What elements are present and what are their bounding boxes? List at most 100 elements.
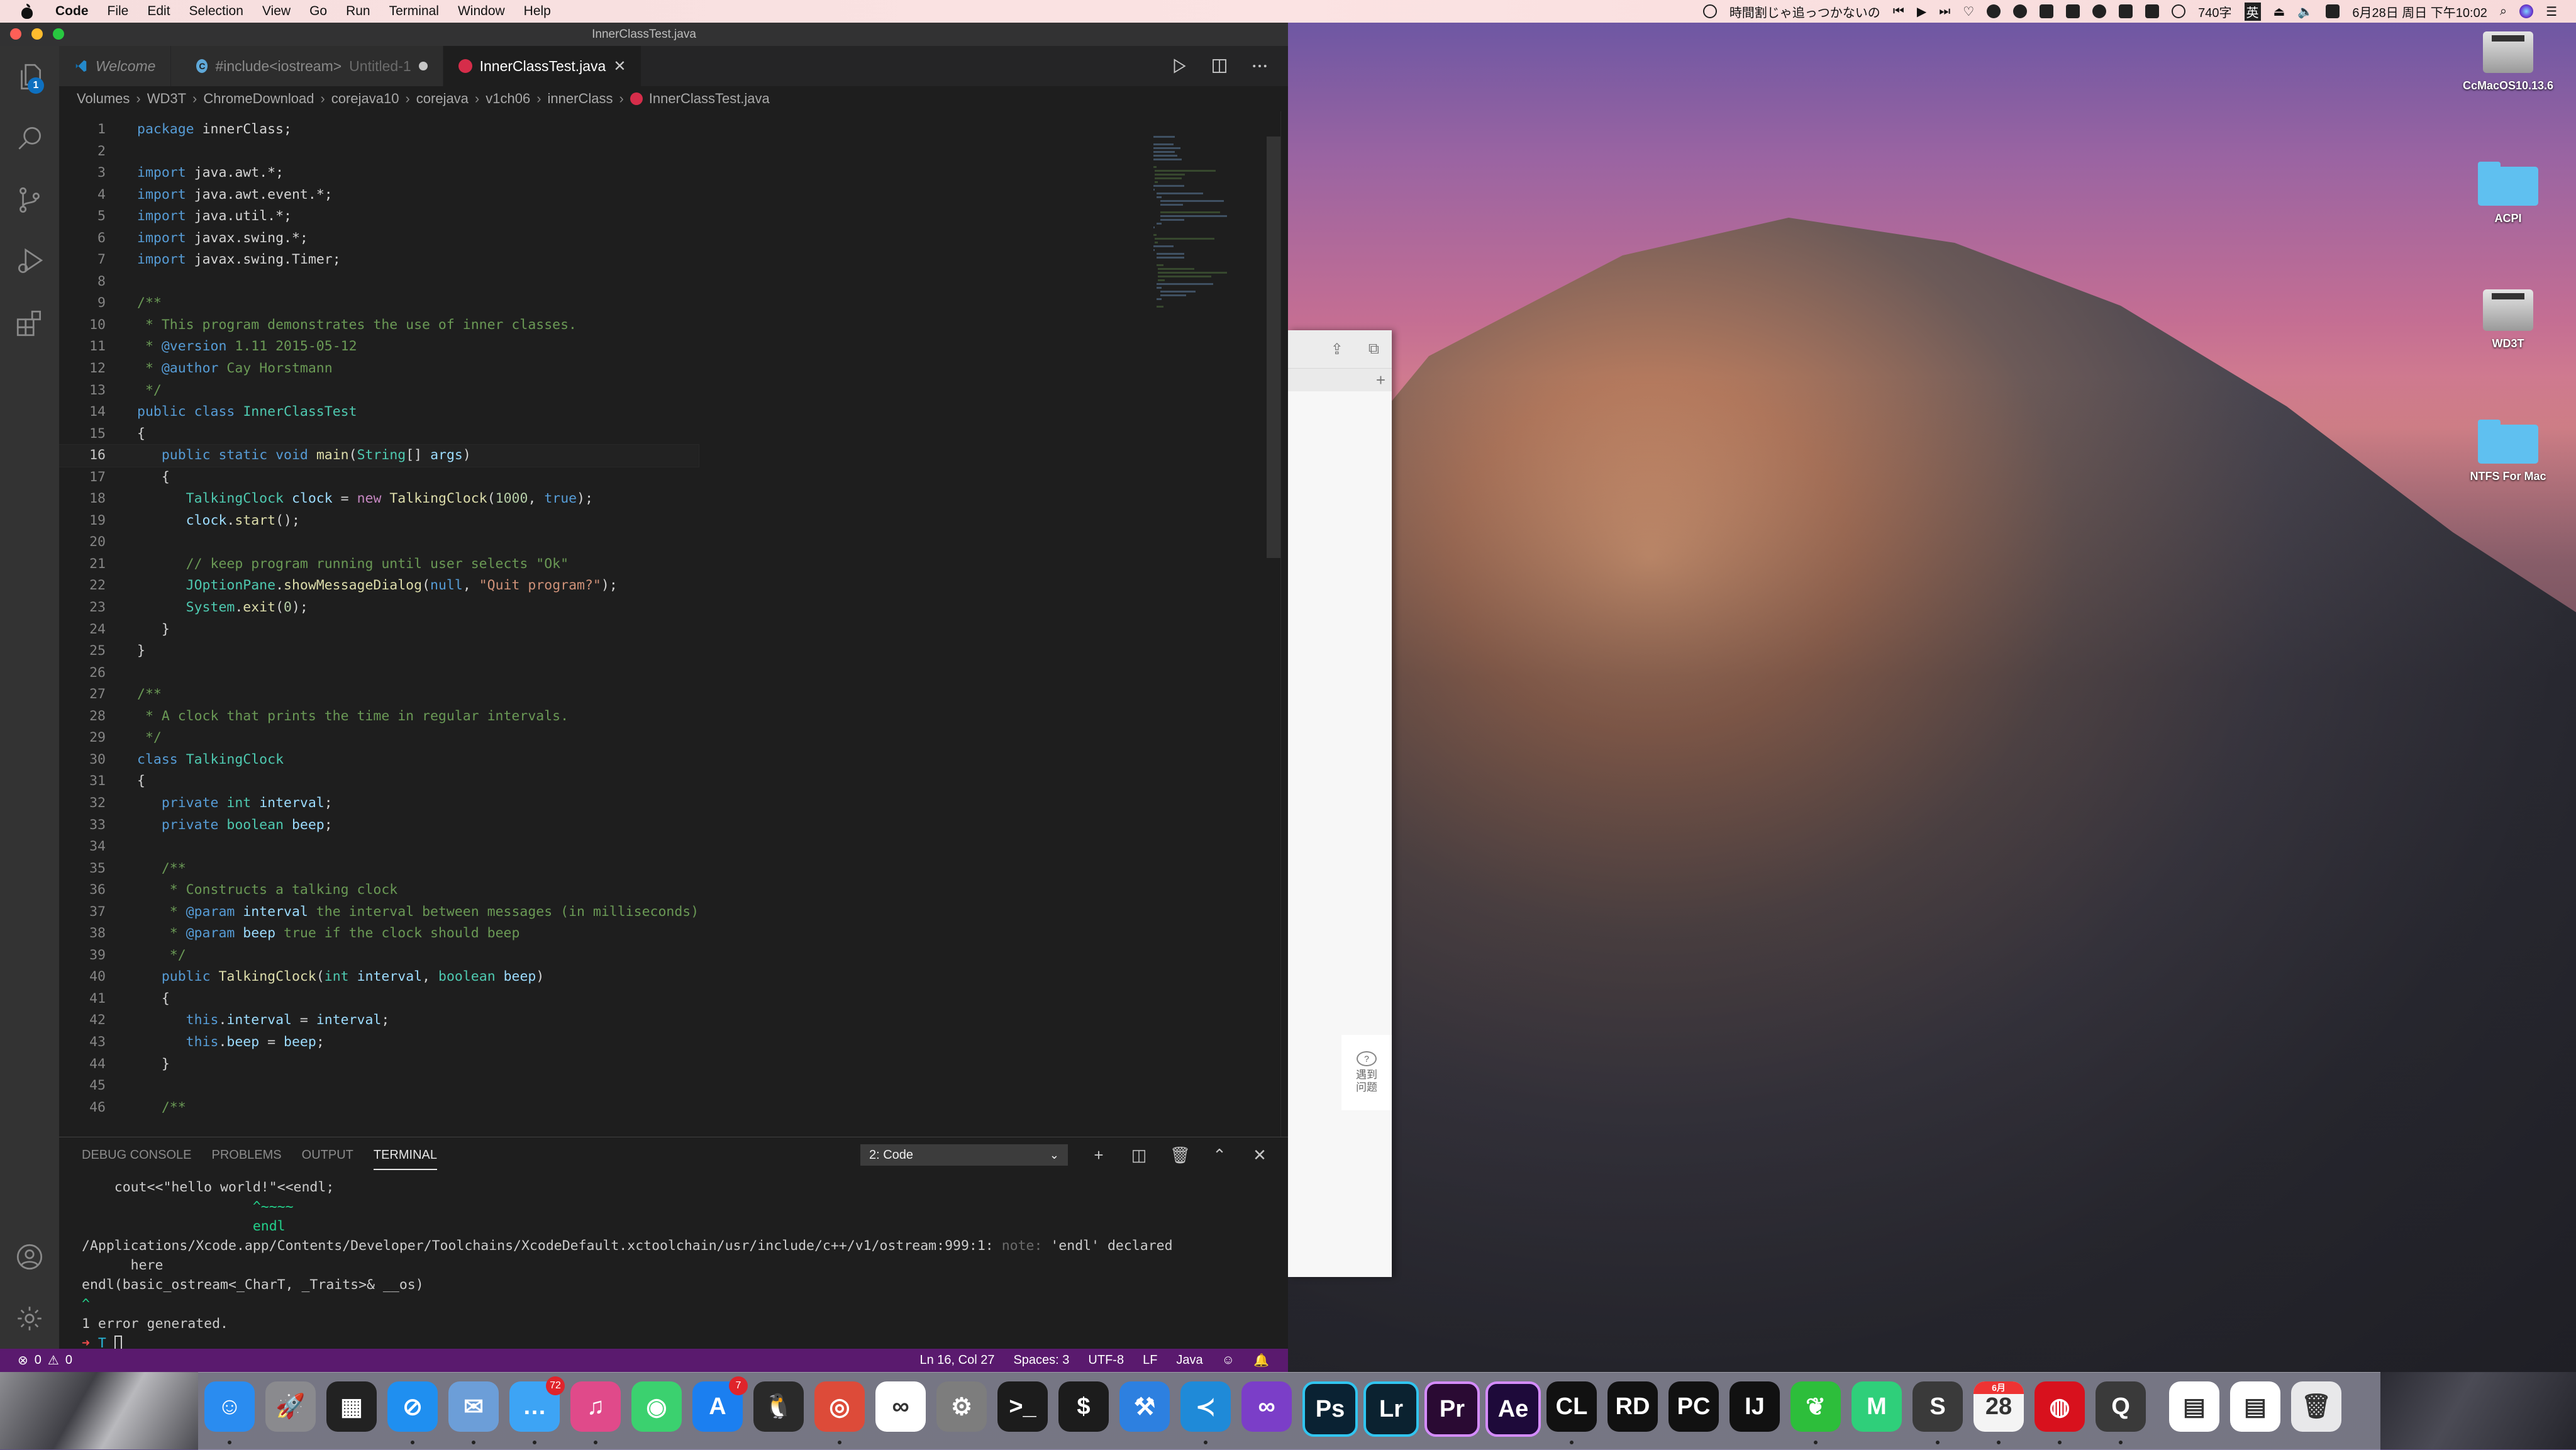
dock-finder[interactable]: ☺ xyxy=(204,1381,255,1432)
desktop-icon-ntfs[interactable]: NTFS For Mac xyxy=(2445,418,2571,483)
code-line[interactable]: 41 { xyxy=(59,988,699,1010)
status-problems[interactable]: ⊗ 0 ⚠ 0 xyxy=(18,1352,72,1368)
sync-menu-icon[interactable] xyxy=(2040,4,2054,18)
apple-menu-icon[interactable] xyxy=(20,4,34,19)
menu-app-name[interactable]: Code xyxy=(55,4,89,19)
dock-chrome[interactable]: ◎ xyxy=(814,1381,865,1432)
word-count[interactable]: 740字 xyxy=(2198,3,2231,21)
code-line[interactable]: 14 public class InnerClassTest xyxy=(59,401,699,423)
breadcrumb-item[interactable]: InnerClassTest.java xyxy=(649,91,770,107)
background-app-window[interactable]: ⇪ ⧉ + ? 遇到问题 xyxy=(1288,330,1392,1277)
menu-go[interactable]: Go xyxy=(309,4,327,19)
tab-welcome[interactable]: Welcome xyxy=(59,46,172,86)
code-line[interactable]: 2 xyxy=(59,141,699,163)
dock-iterm[interactable]: $ xyxy=(1058,1381,1109,1432)
help-button[interactable]: ? 遇到问题 xyxy=(1341,1035,1392,1110)
explorer-button[interactable]: 1 xyxy=(14,61,45,94)
run-icon[interactable] xyxy=(1170,57,1189,75)
code-lines[interactable]: 1 package innerClass; 2 3 import java.awt.*;… xyxy=(59,119,700,1119)
menu-selection[interactable]: Selection xyxy=(189,4,243,19)
stop-icon[interactable] xyxy=(1702,4,1717,18)
code-line[interactable]: 9/** xyxy=(59,293,699,315)
code-line[interactable]: 22 JOptionPane.showMessageDialog(null, "… xyxy=(59,575,699,597)
code-line[interactable]: 38 * @param beep true if the clock shoul… xyxy=(59,923,699,945)
dock-evernote[interactable]: ❦ xyxy=(1790,1381,1841,1432)
dock-safari[interactable]: ⊘ xyxy=(387,1381,438,1432)
code-line[interactable]: 4 import java.awt.event.*; xyxy=(59,184,699,206)
indentation[interactable]: Spaces: 3 xyxy=(1013,1353,1069,1368)
code-line[interactable]: 29 */ xyxy=(59,727,699,749)
feedback-icon[interactable]: ☺ xyxy=(1222,1353,1235,1368)
code-line[interactable]: 19 clock.start(); xyxy=(59,510,699,532)
volume-icon[interactable]: 🔈 xyxy=(2297,4,2313,20)
dock-lightroom[interactable]: Lr xyxy=(1363,1381,1419,1437)
dock-xcode[interactable]: ⚒ xyxy=(1119,1381,1170,1432)
vpn-menu-icon[interactable] xyxy=(2066,4,2080,18)
code-line[interactable]: 35 /** xyxy=(59,858,699,880)
code-line[interactable]: 44 } xyxy=(59,1054,699,1076)
menu-run[interactable]: Run xyxy=(346,4,370,19)
code-line[interactable]: 17 { xyxy=(59,467,699,489)
clock[interactable]: 6月28日 周日 下午10:02 xyxy=(2352,3,2487,21)
code-line[interactable]: 43 this.beep = beep; xyxy=(59,1032,699,1054)
tab-terminal[interactable]: TERMINAL xyxy=(373,1137,438,1173)
close-tab-icon[interactable]: ✕ xyxy=(613,57,626,75)
code-line[interactable]: 32 private int interval; xyxy=(59,793,699,815)
end-of-line[interactable]: LF xyxy=(1143,1353,1157,1368)
code-line[interactable]: 21 // keep program running until user se… xyxy=(59,554,699,576)
menu-file[interactable]: File xyxy=(108,4,129,19)
code-line[interactable]: 18 TalkingClock clock = new TalkingClock… xyxy=(59,488,699,510)
tab-output[interactable]: OUTPUT xyxy=(302,1137,353,1173)
extensions-button[interactable] xyxy=(14,308,45,339)
split-editor-icon[interactable] xyxy=(1210,57,1229,75)
evernote-menu-icon[interactable] xyxy=(2013,4,2028,18)
split-terminal-icon[interactable]: ◫ xyxy=(1130,1146,1148,1165)
code-line[interactable]: 11 * @version 1.11 2015-05-12 xyxy=(59,336,699,358)
desktop-icon-wd3t[interactable]: WD3T xyxy=(2445,289,2571,350)
bell-menu-icon[interactable] xyxy=(2092,4,2107,18)
cursor-position[interactable]: Ln 16, Col 27 xyxy=(919,1353,994,1368)
code-line[interactable]: 25} xyxy=(59,640,699,662)
code-line[interactable]: 45 xyxy=(59,1075,699,1097)
dock-pycharm[interactable]: PC xyxy=(1668,1381,1719,1432)
code-line[interactable]: 23 System.exit(0); xyxy=(59,597,699,619)
play-icon[interactable]: ▶ xyxy=(1917,4,1926,20)
desktop-icon-ccmacos[interactable]: CcMacOS10.13.6 xyxy=(2445,31,2571,92)
run-debug-button[interactable] xyxy=(14,246,45,277)
menu-terminal[interactable]: Terminal xyxy=(389,4,439,19)
code-line[interactable]: 10 * This program demonstrates the use o… xyxy=(59,315,699,337)
dock-clion[interactable]: CL xyxy=(1546,1381,1597,1432)
breadcrumb-item[interactable]: ChromeDownload xyxy=(203,91,314,107)
code-editor[interactable]: 1 package innerClass; 2 3 import java.awt.*;… xyxy=(59,111,1288,1137)
code-line[interactable]: 37 * @param interval the interval betwee… xyxy=(59,901,699,923)
tab-problems[interactable]: PROBLEMS xyxy=(211,1137,281,1173)
search-button[interactable] xyxy=(14,123,45,154)
zoom-window-button[interactable] xyxy=(53,28,64,40)
input-method-indicator[interactable]: 英 xyxy=(2244,2,2261,21)
spotlight-icon[interactable]: ⌕ xyxy=(2500,4,2507,19)
stack-menu-icon[interactable] xyxy=(2145,4,2160,18)
code-line[interactable]: 20 xyxy=(59,532,699,554)
minimap[interactable] xyxy=(1153,134,1229,308)
encoding[interactable]: UTF-8 xyxy=(1088,1353,1124,1368)
previous-track-icon[interactable]: ⏮ xyxy=(1893,4,1904,19)
minimize-window-button[interactable] xyxy=(31,28,43,40)
code-line[interactable]: 46 /** xyxy=(59,1097,699,1119)
kill-terminal-icon[interactable]: 🗑 xyxy=(1170,1146,1191,1165)
menu-help[interactable]: Help xyxy=(524,4,551,19)
code-line[interactable]: 3 import java.awt.*; xyxy=(59,162,699,184)
breadcrumb-item[interactable]: v1ch06 xyxy=(486,91,530,107)
terminal-output[interactable]: cout<<"hello world!"<<endl; ^~~~~ endl/A… xyxy=(82,1178,1173,1353)
code-line[interactable]: 8 xyxy=(59,271,699,293)
code-line[interactable]: 16 public static void main(String[] args… xyxy=(59,444,700,467)
code-line[interactable]: 24 } xyxy=(59,619,699,641)
code-line[interactable]: 1 package innerClass; xyxy=(59,119,699,141)
close-window-button[interactable] xyxy=(10,28,21,40)
dock-sublime-text[interactable]: S xyxy=(1913,1381,1963,1432)
dock-quicktime-player[interactable]: Q xyxy=(2096,1381,2146,1432)
bookmark-menu-icon[interactable] xyxy=(2119,4,2133,18)
notification-center-icon[interactable]: ☰ xyxy=(2546,4,2557,20)
tab-untitled-1[interactable]: C #include<iostream> Untitled-1 xyxy=(171,46,443,86)
editor-scrollbar[interactable] xyxy=(1267,137,1280,558)
code-line[interactable]: 5 import java.util.*; xyxy=(59,206,699,228)
